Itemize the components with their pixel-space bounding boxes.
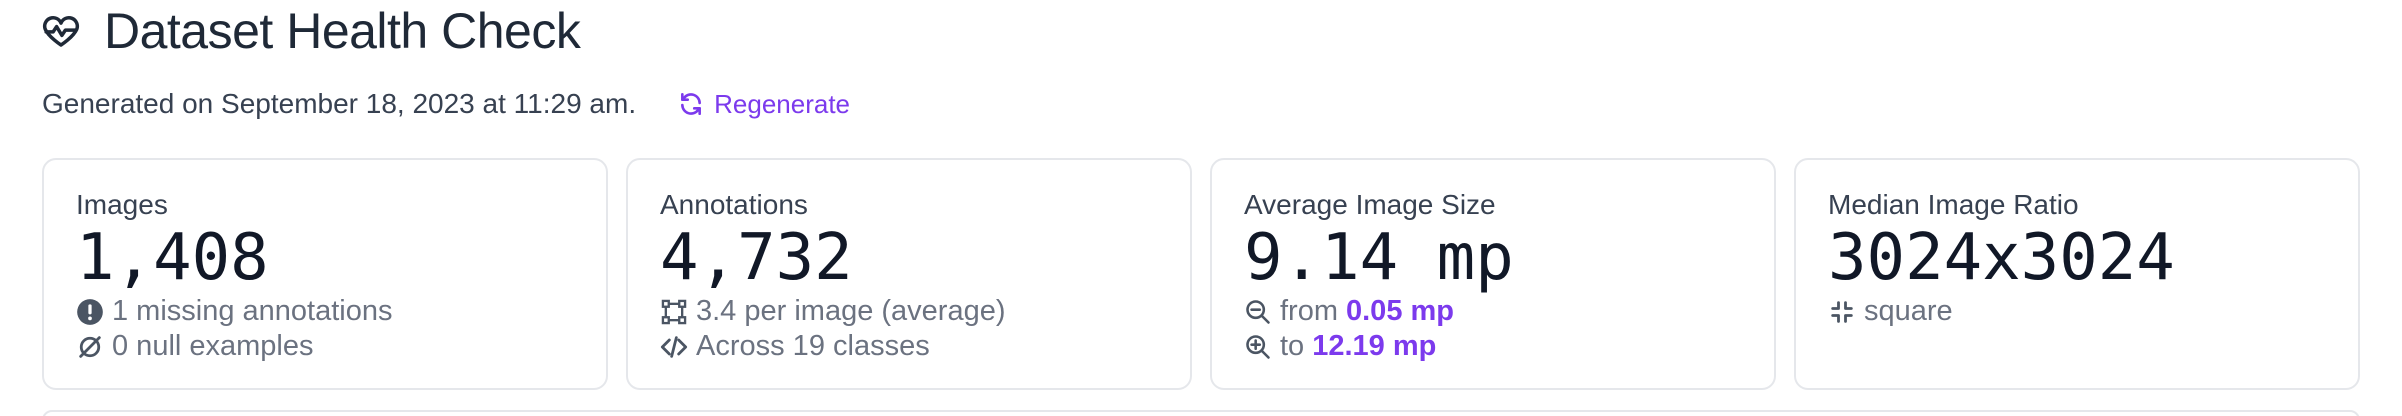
per-image-text: 3.4 per image (average) bbox=[696, 295, 1006, 327]
max-size-row: to 12.19 mp bbox=[1244, 329, 1742, 364]
card-value: 3024x3024 bbox=[1828, 221, 2175, 295]
bounding-box-icon bbox=[661, 299, 687, 324]
next-section-card bbox=[42, 410, 2360, 416]
square-aspect-icon bbox=[1831, 300, 1853, 323]
annotations-card: Annotations 4,732 3.4 per image (average… bbox=[626, 158, 1192, 390]
regenerate-button[interactable]: Regenerate bbox=[678, 89, 850, 120]
heartbeat-icon bbox=[40, 10, 82, 52]
zoom-out-icon bbox=[1246, 299, 1270, 324]
null-examples-row: 0 null examples bbox=[76, 329, 574, 364]
missing-annotations-row: 1 missing annotations bbox=[76, 294, 574, 329]
page-title: Dataset Health Check bbox=[104, 3, 581, 59]
card-label: Average Image Size bbox=[1244, 189, 1496, 220]
card-label: Annotations bbox=[660, 189, 808, 220]
null-examples-text: 0 null examples bbox=[112, 330, 314, 362]
median-ratio-card: Median Image Ratio 3024x3024 square bbox=[1794, 158, 2360, 390]
card-value: 4,732 bbox=[660, 221, 853, 295]
generated-row: Generated on September 18, 2023 at 11:29… bbox=[42, 84, 850, 124]
min-size-row: from 0.05 mp bbox=[1244, 294, 1742, 329]
images-card: Images 1,408 1 missing annotations 0 nul… bbox=[42, 158, 608, 390]
alert-circle-icon bbox=[77, 298, 103, 325]
empty-set-icon bbox=[79, 335, 101, 358]
classes-row: Across 19 classes bbox=[660, 329, 1158, 364]
from-prefix: from bbox=[1280, 295, 1338, 327]
card-label: Images bbox=[76, 189, 168, 220]
code-icon bbox=[660, 335, 688, 358]
classes-text: Across 19 classes bbox=[696, 330, 930, 362]
regenerate-label: Regenerate bbox=[714, 88, 851, 119]
missing-annotations-text: 1 missing annotations bbox=[112, 295, 393, 327]
average-size-card: Average Image Size 9.14 mp from 0.05 mp bbox=[1210, 158, 1776, 390]
stats-cards: Images 1,408 1 missing annotations 0 nul… bbox=[42, 158, 2360, 390]
refresh-icon bbox=[681, 92, 702, 116]
to-prefix: to bbox=[1280, 330, 1305, 362]
min-size-value: 0.05 mp bbox=[1346, 295, 1454, 327]
zoom-in-icon bbox=[1246, 334, 1270, 359]
aspect-row: square bbox=[1828, 294, 2326, 329]
per-image-row: 3.4 per image (average) bbox=[660, 294, 1158, 329]
card-label: Median Image Ratio bbox=[1828, 189, 2079, 220]
aspect-text: square bbox=[1864, 295, 1953, 327]
page-header: Dataset Health Check bbox=[40, 2, 581, 60]
generated-timestamp: Generated on September 18, 2023 at 11:29… bbox=[42, 88, 637, 119]
card-value: 1,408 bbox=[76, 221, 269, 295]
max-size-value: 12.19 mp bbox=[1312, 330, 1437, 362]
health-check-page: Dataset Health Check Generated on Septem… bbox=[0, 0, 2402, 416]
card-value: 9.14 mp bbox=[1244, 221, 1514, 295]
